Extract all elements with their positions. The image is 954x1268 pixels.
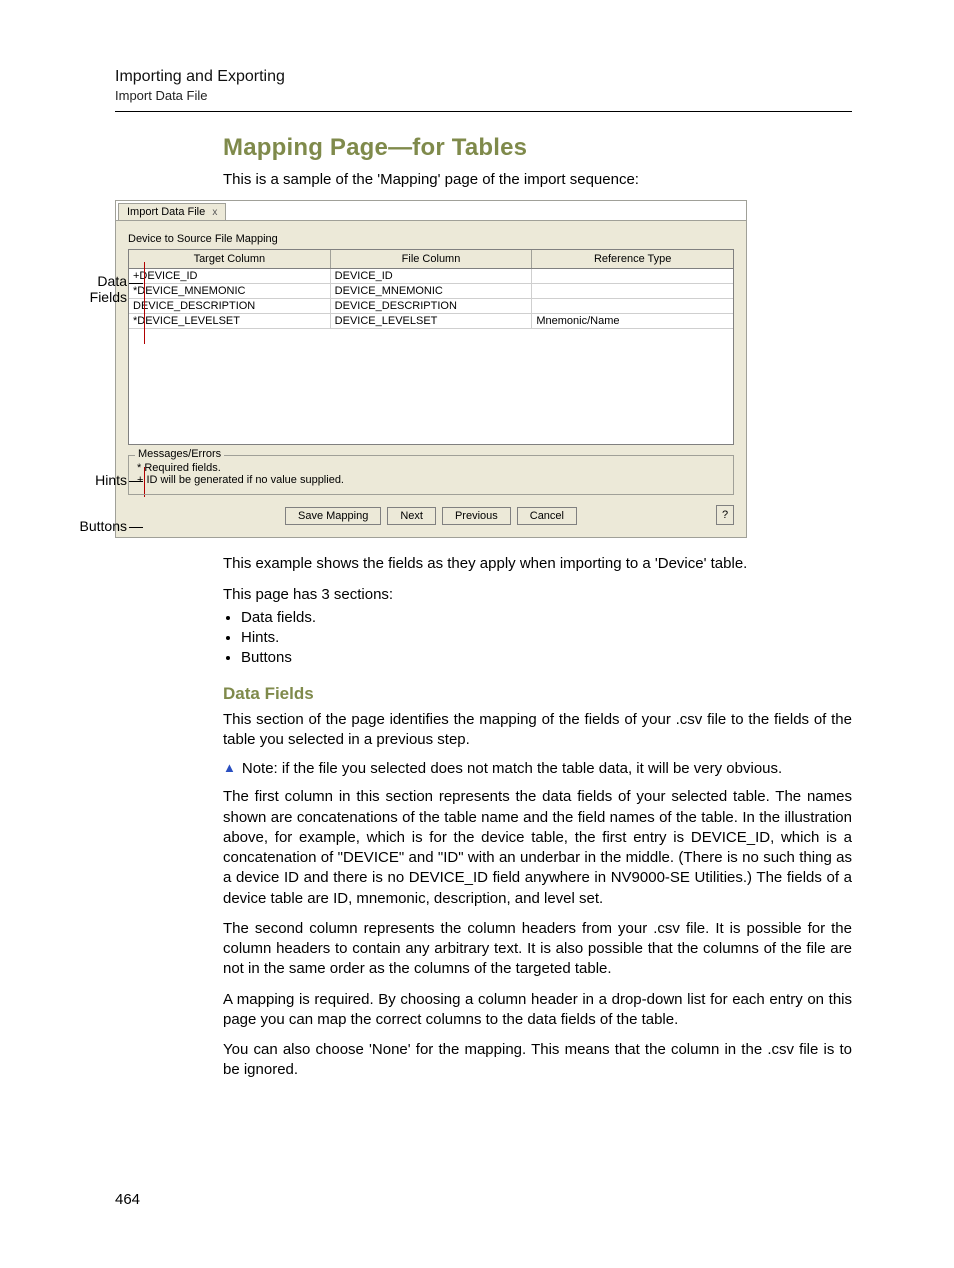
sections-intro: This page has 3 sections: — [223, 585, 852, 605]
cell-file[interactable]: DEVICE_MNEMONIC — [331, 284, 533, 298]
data-fields-intro: This section of the page identifies the … — [223, 710, 852, 751]
hint-required: * Required fields. — [137, 462, 725, 474]
cell-ref[interactable]: Mnemonic/Name — [532, 314, 733, 328]
note-text: Note: if the file you selected does not … — [242, 760, 782, 777]
list-item: Data fields. — [241, 609, 852, 626]
tab-bar: Import Data File x — [116, 201, 746, 221]
running-head-section: Import Data File — [115, 88, 852, 103]
messages-errors-group: Messages/Errors * Required fields. + ID … — [128, 455, 734, 495]
note-line: ▲ Note: if the file you selected does not… — [223, 760, 852, 777]
after-figure-paragraph: This example shows the fields as they ap… — [223, 554, 852, 574]
cell-target: +DEVICE_ID — [129, 269, 331, 283]
cell-file[interactable]: DEVICE_DESCRIPTION — [331, 299, 533, 313]
cell-target: *DEVICE_MNEMONIC — [129, 284, 331, 298]
hint-id-generated: + ID will be generated if no value suppl… — [137, 474, 725, 486]
button-row: Save Mapping Next Previous Cancel ? — [128, 507, 734, 525]
cell-ref[interactable] — [532, 269, 733, 283]
callout-hints: Hints — [95, 472, 127, 488]
table-row[interactable]: *DEVICE_MNEMONIC DEVICE_MNEMONIC — [129, 284, 733, 299]
col-header-reference[interactable]: Reference Type — [532, 250, 733, 268]
save-mapping-button[interactable]: Save Mapping — [285, 507, 381, 525]
cell-ref[interactable] — [532, 284, 733, 298]
subhead-data-fields: Data Fields — [223, 684, 852, 704]
page-title: Mapping Page—for Tables — [223, 134, 852, 162]
col-header-file[interactable]: File Column — [331, 250, 533, 268]
cell-target: *DEVICE_LEVELSET — [129, 314, 331, 328]
callout-data-fields: DataFields — [90, 273, 127, 305]
cancel-button[interactable]: Cancel — [517, 507, 577, 525]
table-row[interactable]: +DEVICE_ID DEVICE_ID — [129, 269, 733, 284]
previous-button[interactable]: Previous — [442, 507, 511, 525]
callout-line — [129, 527, 143, 528]
table-row[interactable]: *DEVICE_LEVELSET DEVICE_LEVELSET Mnemoni… — [129, 314, 733, 329]
page-number: 464 — [115, 1191, 852, 1208]
next-button[interactable]: Next — [387, 507, 436, 525]
cell-target: DEVICE_DESCRIPTION — [129, 299, 331, 313]
mapping-grid: Target Column File Column Reference Type… — [128, 249, 734, 445]
cell-file[interactable]: DEVICE_LEVELSET — [331, 314, 533, 328]
sections-list: Data fields. Hints. Buttons — [241, 609, 852, 666]
list-item: Buttons — [241, 649, 852, 666]
mapping-panel-label: Device to Source File Mapping — [128, 233, 734, 245]
intro-paragraph: This is a sample of the 'Mapping' page o… — [223, 170, 852, 190]
list-item: Hints. — [241, 629, 852, 646]
table-row[interactable]: DEVICE_DESCRIPTION DEVICE_DESCRIPTION — [129, 299, 733, 314]
data-fields-p2: The second column represents the column … — [223, 919, 852, 980]
screenshot-figure: DataFields Hints Buttons Import Data Fil… — [7, 200, 852, 538]
data-fields-p4: You can also choose 'None' for the mappi… — [223, 1040, 852, 1081]
groupbox-title: Messages/Errors — [135, 448, 224, 460]
data-fields-p3: A mapping is required. By choosing a col… — [223, 990, 852, 1031]
cell-file[interactable]: DEVICE_ID — [331, 269, 533, 283]
screenshot-window: Import Data File x Device to Source File… — [115, 200, 747, 538]
callout-line — [129, 283, 143, 284]
col-header-target[interactable]: Target Column — [129, 250, 331, 268]
tab-import-data-file[interactable]: Import Data File x — [118, 203, 226, 220]
tab-label: Import Data File — [127, 206, 205, 218]
close-icon[interactable]: x — [212, 207, 217, 218]
callout-buttons: Buttons — [80, 518, 127, 534]
triangle-icon: ▲ — [223, 760, 236, 775]
help-icon[interactable]: ? — [716, 505, 734, 525]
data-fields-p1: The first column in this section represe… — [223, 787, 852, 909]
callout-redline-data — [144, 262, 145, 344]
running-head-chapter: Importing and Exporting — [115, 68, 852, 86]
header-rule — [115, 111, 852, 112]
cell-ref[interactable] — [532, 299, 733, 313]
